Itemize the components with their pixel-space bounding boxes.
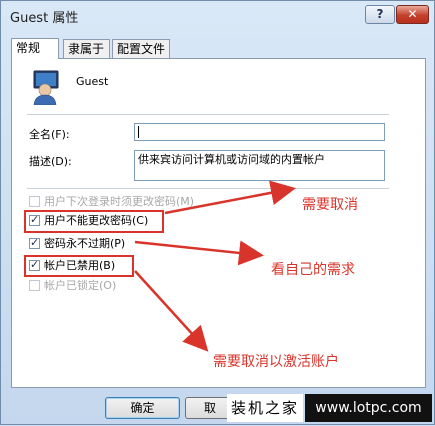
arrow-to-depends — [134, 240, 264, 266]
arrow-to-activate — [134, 270, 209, 352]
properties-window: Guest 属性 ? ✕ 常规 隶属于 配置文件 Guest 全名(F): 描述… — [0, 0, 435, 425]
annotation-uncheck-to-activate: 需要取消以激活账户 — [213, 354, 339, 370]
ok-button[interactable]: 确定 — [105, 397, 180, 419]
watermark-url: www.lotpc.com — [305, 394, 432, 422]
tab-general[interactable]: 常规 — [11, 38, 59, 59]
annotation-needs-uncheck: 需要取消 — [302, 197, 358, 213]
watermark-site-name: 装机之家 — [227, 394, 303, 422]
annotation-depends: 看自己的需求 — [271, 262, 355, 278]
arrow-to-needs-uncheck — [164, 180, 296, 215]
